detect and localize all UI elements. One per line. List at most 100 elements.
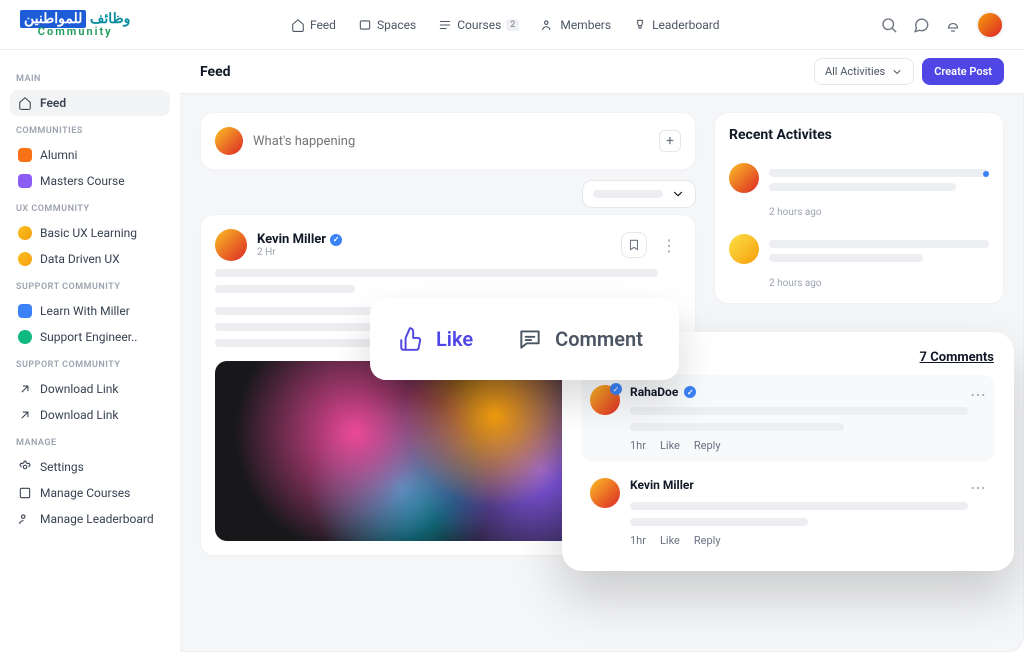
sidebar-learn-miller-label: Learn With Miller	[40, 304, 130, 318]
logo-subtitle: Community	[20, 26, 130, 37]
composer-input[interactable]	[253, 134, 649, 149]
comment-reply[interactable]: Reply	[694, 534, 721, 547]
skeleton	[215, 285, 355, 293]
home-icon	[291, 18, 305, 32]
nav-courses-label: Courses	[457, 18, 501, 32]
comment-like[interactable]: Like	[660, 534, 680, 547]
sidebar-data-ux[interactable]: Data Driven UX	[10, 246, 170, 272]
trophy-icon	[18, 512, 32, 526]
skeleton	[769, 183, 956, 191]
chat-icon[interactable]	[912, 16, 930, 34]
sidebar-feed[interactable]: Feed	[10, 90, 170, 116]
create-post-button[interactable]: Create Post	[922, 58, 1004, 85]
sidebar-settings[interactable]: Settings	[10, 454, 170, 480]
sidebar-learn-miller[interactable]: Learn With Miller	[10, 298, 170, 324]
composer[interactable]: +	[200, 112, 696, 170]
bell-icon[interactable]	[944, 16, 962, 34]
topbar-right	[880, 11, 1004, 39]
sidebar-basic-ux-label: Basic UX Learning	[40, 226, 137, 240]
comment-time: 1hr	[630, 534, 646, 547]
sidebar-download2[interactable]: Download Link	[10, 402, 170, 428]
home-icon	[18, 96, 32, 110]
skeleton	[630, 407, 968, 415]
comment-reply[interactable]: Reply	[694, 439, 721, 452]
dot-icon	[18, 174, 32, 188]
sidebar-support-eng[interactable]: Support Engineer..	[10, 324, 170, 350]
sidebar-alumni-label: Alumni	[40, 148, 77, 162]
post-author[interactable]: Kevin Miller✓	[257, 232, 342, 247]
users-icon	[541, 18, 555, 32]
comment-avatar[interactable]	[590, 478, 620, 508]
sidebar-masters[interactable]: Masters Course	[10, 168, 170, 194]
activity-item[interactable]	[729, 155, 989, 201]
skeleton	[630, 502, 968, 510]
nav-members[interactable]: Members	[541, 18, 611, 32]
section-ux: UX COMMUNITY	[16, 204, 164, 214]
sort-dropdown[interactable]	[582, 180, 696, 208]
page-header: Feed All Activities Create Post	[180, 50, 1024, 94]
layers-icon	[358, 18, 372, 32]
skeleton	[593, 190, 663, 198]
post-avatar[interactable]	[215, 229, 247, 261]
sidebar-download1[interactable]: Download Link	[10, 376, 170, 402]
comment-author[interactable]: RahaDoe	[630, 385, 678, 399]
verified-icon: ✓	[610, 383, 622, 395]
like-label: Like	[436, 327, 473, 351]
verified-icon: ✓	[330, 234, 342, 246]
chevron-down-icon	[671, 187, 685, 201]
activity-avatar	[729, 234, 759, 264]
bookmark-button[interactable]	[621, 232, 647, 258]
activity-avatar	[729, 163, 759, 193]
comment-more-button[interactable]: ⋯	[970, 478, 986, 497]
dot-icon	[18, 304, 32, 318]
comment-author[interactable]: Kevin Miller	[630, 478, 694, 492]
comment-item: ✓ RahaDoe ✓ 1hr Like Reply ⋯	[582, 375, 994, 462]
activity-time: 2 hours ago	[769, 278, 989, 289]
comment-time: 1hr	[630, 439, 646, 452]
nav-leaderboard[interactable]: Leaderboard	[633, 18, 719, 32]
activity-item[interactable]	[729, 226, 989, 272]
comment-label: Comment	[555, 327, 643, 351]
comment-button[interactable]: Comment	[509, 316, 651, 362]
activity-time: 2 hours ago	[769, 207, 989, 218]
filter-dropdown[interactable]: All Activities	[814, 58, 914, 85]
comment-item: Kevin Miller 1hr Like Reply ⋯	[582, 468, 994, 557]
user-avatar[interactable]	[976, 11, 1004, 39]
top-navigation: Feed Spaces Courses 2 Members Leaderboard	[291, 18, 720, 32]
sidebar-download1-label: Download Link	[40, 382, 119, 396]
logo[interactable]: وظائف للمواطنين Community	[20, 12, 130, 37]
comment-icon	[517, 326, 543, 352]
post-more-button[interactable]: ⋮	[657, 236, 681, 255]
like-button[interactable]: Like	[398, 326, 473, 352]
comment-more-button[interactable]: ⋯	[970, 385, 986, 404]
sidebar-basic-ux[interactable]: Basic UX Learning	[10, 220, 170, 246]
sidebar-manage-leaderboard[interactable]: Manage Leaderboard	[10, 506, 170, 532]
skeleton	[630, 518, 808, 526]
sidebar-masters-label: Masters Course	[40, 174, 125, 188]
arrow-icon	[18, 382, 32, 396]
nav-spaces[interactable]: Spaces	[358, 18, 416, 32]
courses-badge: 2	[506, 19, 519, 31]
section-main: MAIN	[16, 74, 164, 84]
comment-avatar[interactable]: ✓	[590, 385, 620, 415]
unread-dot-icon	[983, 171, 989, 177]
skeleton	[630, 423, 844, 431]
chevron-down-icon	[891, 66, 903, 78]
sidebar-support-eng-label: Support Engineer..	[40, 330, 137, 344]
add-button[interactable]: +	[659, 130, 681, 152]
comment-like[interactable]: Like	[660, 439, 680, 452]
post-time: 2 Hr	[257, 247, 342, 258]
gear-icon	[18, 460, 32, 474]
sidebar-settings-label: Settings	[40, 460, 84, 474]
trophy-icon	[633, 18, 647, 32]
search-icon[interactable]	[880, 16, 898, 34]
sidebar-download2-label: Download Link	[40, 408, 119, 422]
nav-feed[interactable]: Feed	[291, 18, 336, 32]
verified-icon: ✓	[684, 386, 696, 398]
action-popover: Like Comment	[370, 298, 679, 380]
nav-members-label: Members	[560, 18, 611, 32]
section-communities: COMMUNITIES	[16, 126, 164, 136]
sidebar-manage-courses[interactable]: Manage Courses	[10, 480, 170, 506]
sidebar-alumni[interactable]: Alumni	[10, 142, 170, 168]
nav-courses[interactable]: Courses 2	[438, 18, 519, 32]
